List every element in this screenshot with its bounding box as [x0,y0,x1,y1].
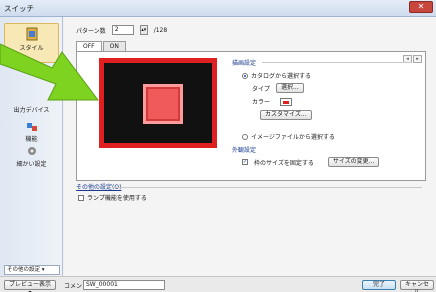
other-settings-dropdown[interactable]: その他の設定 ▾ [4,265,60,275]
image-file-radio-label: イメージファイルから選択する [251,134,335,141]
lamp-function-label: ランプ機能を使用する [87,195,147,202]
fix-size-row: ✓ 枠のサイズを固定する サイズの変更... [242,157,417,167]
pattern-count-input[interactable]: 2 [111,25,134,35]
pattern-label: パターン数 [76,27,106,35]
customize-button[interactable]: カスタマイズ... [260,110,312,120]
comment-input[interactable]: SW_00001 [83,280,165,290]
section-divider [262,62,412,63]
color-picker[interactable] [280,97,293,106]
sidebar-item-style[interactable]: スタイル [4,23,59,63]
ok-button[interactable]: 完了 [362,280,396,290]
fix-size-checkbox[interactable]: ✓ [242,159,248,165]
sidebar: スタイル 出力デバイス 機能 細かい設定 その他の設定 ▾ [0,17,63,276]
color-label: カラー [252,99,271,106]
function-icon [26,123,37,131]
sidebar-item-label: 機能 [25,136,38,143]
cancel-button[interactable]: キャンセル [400,280,434,292]
custom-row: カスタマイズ... [260,110,417,120]
lamp-function-row: ランプ機能を使用する [78,193,147,202]
sidebar-item-label: 細かい設定 [16,161,47,168]
sidebar-item-function[interactable]: 機能 [4,120,59,143]
title-bar: スイッチ ✕ [0,0,436,17]
close-button[interactable]: ✕ [409,1,433,13]
change-size-button[interactable]: サイズの変更... [327,157,380,167]
window-title: スイッチ [4,4,34,13]
sidebar-item-advanced[interactable]: 細かい設定 [4,145,59,168]
catalog-radio-row[interactable]: カタログから選択する [242,71,417,80]
sidebar-item-label: スタイル [19,45,44,52]
fix-size-label: 枠のサイズを固定する [254,159,314,167]
image-file-radio[interactable] [242,133,248,140]
color-row: カラー [252,97,417,106]
catalog-radio-label: カタログから選択する [251,73,312,80]
switch-lamp [143,84,183,124]
type-row: タイプ 選択... [252,83,417,93]
sidebar-item-output-device[interactable]: 出力デバイス [4,105,59,114]
tab-on[interactable]: ON [102,41,126,51]
main-area: パターン数 2 ▴▾ /128 OFF ON ◂ ▸ 描画設定 カタログから選択… [64,17,436,276]
select-button[interactable]: 選択... [276,83,304,93]
settings-column: 描画設定 カタログから選択する タイプ 選択... カラー カスタマイズ... … [232,58,417,167]
pattern-max: /128 [153,26,168,34]
state-panel: ◂ ▸ 描画設定 カタログから選択する タイプ 選択... カラー カスタマイズ… [76,51,426,181]
gear-icon [27,147,36,155]
state-tabs: OFF ON [76,41,127,51]
style-icon [26,27,37,41]
bottom-bar: プレビュー表示 ▾ コメント SW_00001 完了 キャンセル [0,276,436,292]
size-settings-title: 外観設定 [232,147,257,154]
pattern-spin-button[interactable]: ▴▾ [139,25,148,35]
lamp-function-checkbox[interactable] [78,194,84,201]
sidebar-item-label: 出力デバイス [13,107,50,114]
section-divider [112,187,422,188]
type-label: タイプ [252,85,271,93]
switch-preview [99,58,217,148]
pattern-row: パターン数 2 ▴▾ /128 [76,24,167,36]
image-file-radio-row[interactable]: イメージファイルから選択する [242,132,417,141]
preview-button[interactable]: プレビュー表示 ▾ [4,280,56,292]
tab-off[interactable]: OFF [76,41,102,51]
catalog-radio[interactable] [242,72,248,79]
